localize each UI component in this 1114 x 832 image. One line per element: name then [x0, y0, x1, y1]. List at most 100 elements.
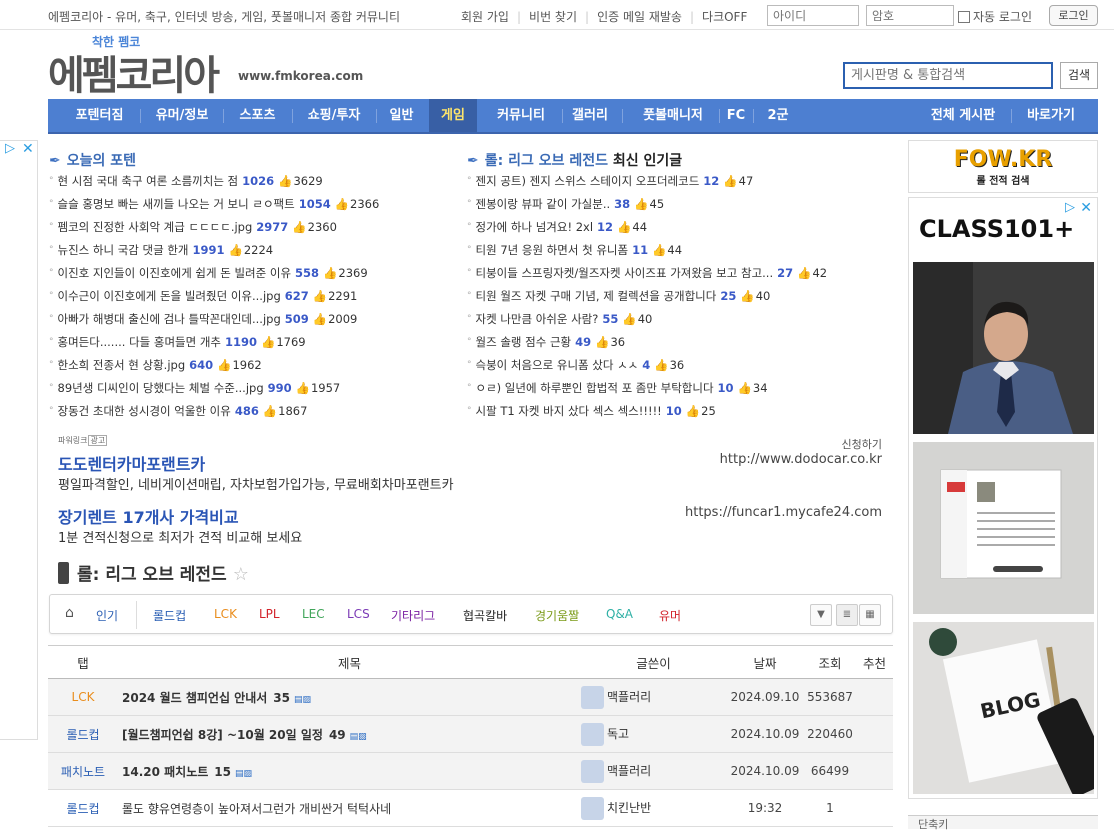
list-item[interactable]: ° 정가에 하나 넘겨요! 2xl 12 👍44 — [467, 216, 827, 239]
tab-match-gif[interactable]: 경기움짤 — [535, 607, 579, 624]
post-title[interactable]: 젠지 공트) 젠지 스위스 스테이지 오프더레코드 — [476, 174, 700, 188]
potential-title[interactable]: ✒ 오늘의 포텐 — [49, 150, 136, 170]
site-logo[interactable]: 착한 펨코 에펨코리아 — [48, 33, 238, 99]
row-title[interactable]: 롤도 향유연령층이 높아져서그런가 개비싼거 턱턱사네 — [118, 789, 581, 827]
comment-count[interactable]: 35 — [273, 691, 290, 705]
adchoices-icon[interactable]: ▷ — [1065, 200, 1075, 215]
dropdown-icon[interactable]: ▼ — [810, 604, 832, 626]
table-row[interactable]: 롤드컵 [월드챔피언쉽 8강] ~10월 20일 일정 49 ▤▨ 독고 2024.10.… — [48, 715, 893, 753]
nav-item-2nd[interactable]: 2군 — [756, 99, 800, 132]
comment-count[interactable]: 11 — [632, 243, 648, 257]
list-item[interactable]: ° 자켓 나만큼 아쉬운 사람? 55 👍40 — [467, 308, 827, 331]
signup-link[interactable]: 회원 가입 — [461, 10, 509, 24]
ad-url[interactable]: http://www.dodocar.co.kr — [720, 452, 882, 467]
tab-other-league[interactable]: 기타리그 — [391, 607, 435, 624]
list-item[interactable]: ° 슬슬 홍명보 빠는 새끼들 나오는 거 보니 ㄹㅇ팩트 1054 👍2366 — [49, 193, 379, 216]
row-author[interactable]: 맥플러리 — [581, 752, 726, 790]
list-item[interactable]: ° 한소희 전종서 현 상황.jpg 640 👍1962 — [49, 354, 379, 377]
nav-item-shortcut[interactable]: 바로가기 — [1016, 99, 1086, 132]
dark-mode-toggle[interactable]: 다크OFF — [702, 10, 747, 24]
post-title[interactable]: 월즈 솔랭 점수 근황 — [476, 335, 572, 349]
star-icon[interactable]: ☆ — [233, 564, 249, 585]
tab-popular[interactable]: 인기 — [96, 607, 118, 624]
post-title[interactable]: 89년생 디씨인이 당했다는 체벌 수준...jpg — [58, 381, 264, 395]
post-title[interactable]: 슥붕이 처음으로 유니폼 샀다 ㅅㅅ — [476, 358, 639, 372]
list-item[interactable]: ° 아빠가 해병대 출신에 검나 틀딱꼰대인데...jpg 509 👍2009 — [49, 308, 379, 331]
nav-item-sports[interactable]: 스포츠 — [226, 99, 289, 132]
post-title[interactable]: 장동건 초대한 성시경이 억울한 이유 — [58, 404, 231, 418]
row-title[interactable]: 14.20 패치노트 15 ▤▨ — [118, 752, 581, 790]
list-view-icon[interactable]: ≣ — [836, 604, 858, 626]
row-author[interactable]: 치킨난반 — [581, 789, 726, 827]
tab-lec[interactable]: LEC — [302, 607, 325, 621]
post-title[interactable]: 아빠가 해병대 출신에 검나 틀딱꼰대인데...jpg — [58, 312, 281, 326]
post-title[interactable]: 현 시점 국대 축구 여론 소름끼치는 점 — [58, 174, 239, 188]
row-tab[interactable]: 패치노트 — [48, 752, 118, 790]
auto-login[interactable]: 자동 로그인 — [958, 8, 1032, 25]
list-item[interactable]: ° 티원 7년 응원 하면서 첫 유니폼 11 👍44 — [467, 239, 827, 262]
post-title[interactable]: 젠봉이랑 뷰파 같이 가실분.. — [476, 197, 611, 211]
list-item[interactable]: ° 89년생 디씨인이 당했다는 체벌 수준...jpg 990 👍1957 — [49, 377, 379, 400]
list-item[interactable]: ° 장동건 초대한 성시경이 억울한 이유 486 👍1867 — [49, 400, 379, 423]
list-item[interactable]: ° 현 시점 국대 축구 여론 소름끼치는 점 1026 👍3629 — [49, 170, 379, 193]
ad-title[interactable]: 도도렌터카마포랜트카 — [58, 451, 205, 475]
left-ad[interactable]: ▷ ✕ — [0, 140, 38, 740]
nav-item-community[interactable]: 커뮤니티 — [482, 99, 560, 132]
list-item[interactable]: ° 티원 월즈 자켓 구매 기념, 제 컬렉션을 공개합니다 25 👍40 — [467, 285, 827, 308]
list-item[interactable]: ° 시팔 T1 자켓 바지 샀다 섹스 섹스!!!!! 10 👍25 — [467, 400, 827, 423]
comment-count[interactable]: 15 — [214, 765, 231, 779]
list-item[interactable]: ° 젠지 공트) 젠지 스위스 스테이지 오프더레코드 12 👍47 — [467, 170, 827, 193]
row-title[interactable]: 2024 월드 챔피언십 안내서 35 ▤▨ — [118, 678, 581, 716]
comment-count[interactable]: 4 — [642, 358, 650, 372]
comment-count[interactable]: 12 — [703, 174, 719, 188]
list-item[interactable]: ° 티붕이들 스프링자켓/월즈자켓 사이즈표 가져왔음 보고 참고... 27 👍42 — [467, 262, 827, 285]
post-title[interactable]: 티원 7년 응원 하면서 첫 유니폼 — [476, 243, 629, 257]
close-icon[interactable]: ✕ — [22, 141, 34, 157]
ad-title[interactable]: 장기렌트 17개사 가격비교 — [58, 504, 239, 528]
nav-item-shopping[interactable]: 쇼핑/투자 — [295, 99, 373, 132]
post-title[interactable]: 정가에 하나 넘겨요! 2xl — [476, 220, 594, 234]
close-icon[interactable]: ✕ — [1080, 200, 1092, 216]
post-title[interactable]: 티붕이들 스프링자켓/월즈자켓 사이즈표 가져왔음 보고 참고... — [476, 266, 774, 280]
comment-count[interactable]: 55 — [602, 312, 618, 326]
comment-count[interactable]: 558 — [295, 266, 319, 280]
comment-count[interactable]: 1054 — [299, 197, 331, 211]
list-item[interactable]: ° 월즈 솔랭 점수 근황 49 👍36 — [467, 331, 827, 354]
tab-lpl[interactable]: LPL — [259, 607, 280, 621]
home-icon[interactable]: ⌂ — [65, 605, 74, 621]
table-row[interactable]: 롤드컵 롤도 향유연령층이 높아져서그런가 개비싼거 턱턱사네 치킨난반 19:32 1 — [48, 789, 893, 827]
find-password-link[interactable]: 비번 찾기 — [529, 10, 577, 24]
search-input[interactable] — [843, 62, 1053, 89]
nav-item-all-boards[interactable]: 전체 게시판 — [918, 99, 1008, 132]
class101-ad[interactable]: ▷ ✕ CLASS101+ BLOG — [908, 197, 1098, 799]
list-item[interactable]: ° 슥붕이 처음으로 유니폼 샀다 ㅅㅅ 4 👍36 — [467, 354, 827, 377]
row-author[interactable]: 맥플러리 — [581, 678, 726, 716]
table-row[interactable]: LCK 2024 월드 챔피언십 안내서 35 ▤▨ 맥플러리 2024.09.10 553… — [48, 678, 893, 716]
id-input[interactable] — [767, 5, 859, 26]
post-title[interactable]: 시팔 T1 자켓 바지 샀다 섹스 섹스!!!!! — [476, 404, 662, 418]
row-title[interactable]: [월드챔피언쉽 8강] ~10월 20일 일정 49 ▤▨ — [118, 715, 581, 753]
comment-count[interactable]: 2977 — [256, 220, 288, 234]
comment-count[interactable]: 27 — [777, 266, 793, 280]
post-title[interactable]: 이진호 지인들이 이진호에게 쉽게 돈 빌려준 이유 — [58, 266, 292, 280]
nav-item-humor[interactable]: 유머/정보 — [144, 99, 220, 132]
comment-count[interactable]: 990 — [268, 381, 292, 395]
row-tab[interactable]: LCK — [48, 678, 118, 716]
list-item[interactable]: ° 홍며든다....... 다들 홍며들면 개추 1190 👍1769 — [49, 331, 379, 354]
list-item[interactable]: ° 이진호 지인들이 이진호에게 쉽게 돈 빌려준 이유 558 👍2369 — [49, 262, 379, 285]
login-button[interactable]: 로그인 — [1049, 5, 1098, 26]
resend-email-link[interactable]: 인증 메일 재발송 — [597, 10, 682, 24]
tab-humor[interactable]: 유머 — [659, 607, 681, 624]
list-item[interactable]: ° ㅇㄹ) 일년에 하루뿐인 합법적 포 좀만 부탁합니다 10 👍34 — [467, 377, 827, 400]
comment-count[interactable]: 627 — [285, 289, 309, 303]
comment-count[interactable]: 49 — [329, 728, 346, 742]
comment-count[interactable]: 38 — [614, 197, 630, 211]
comment-count[interactable]: 12 — [597, 220, 613, 234]
nav-item-game[interactable]: 게임 — [429, 99, 477, 132]
post-title[interactable]: 슬슬 홍명보 빠는 새끼들 나오는 거 보니 ㄹㅇ팩트 — [58, 197, 295, 211]
comment-count[interactable]: 509 — [285, 312, 309, 326]
powerlink-apply-link[interactable]: 신청하기 — [842, 436, 882, 452]
comment-count[interactable]: 640 — [189, 358, 213, 372]
list-item[interactable]: ° 이수근이 이진호에게 돈을 빌려줬던 이유...jpg 627 👍2291 — [49, 285, 379, 308]
tab-rift-kalba[interactable]: 협곡칼바 — [463, 607, 507, 624]
